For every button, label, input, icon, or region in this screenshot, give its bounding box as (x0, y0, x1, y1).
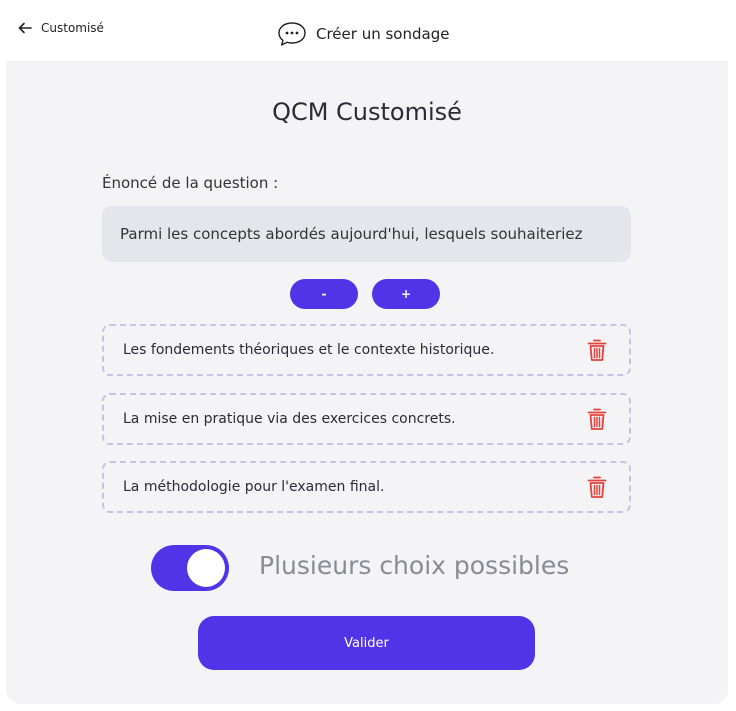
option-item[interactable]: La méthodologie pour l'examen final. (102, 461, 631, 513)
back-label: Customisé (41, 21, 104, 35)
trash-icon[interactable] (587, 338, 607, 366)
header-bar: Customisé Créer un sondage (6, 6, 728, 62)
question-label: Énoncé de la question : (102, 174, 279, 192)
question-input[interactable] (102, 206, 631, 262)
multiple-choice-toggle[interactable] (151, 545, 229, 591)
option-text: La méthodologie pour l'examen final. (123, 479, 385, 495)
chat-bubble-icon (278, 22, 306, 46)
multiple-choice-label: Plusieurs choix possibles (259, 551, 570, 580)
page-title: QCM Customisé (272, 98, 462, 126)
back-button[interactable]: Customisé (18, 21, 104, 35)
option-text: Les fondements théoriques et le contexte… (123, 342, 495, 358)
submit-button[interactable]: Valider (198, 616, 535, 670)
option-text: La mise en pratique via des exercices co… (123, 411, 456, 427)
remove-option-button[interactable]: - (290, 279, 358, 309)
trash-icon[interactable] (587, 475, 607, 503)
add-option-button[interactable]: + (372, 279, 440, 309)
poll-panel: Customisé Créer un sondage QCM Customisé… (6, 6, 728, 704)
arrow-left-icon (18, 22, 32, 34)
header-title-text: Créer un sondage (316, 25, 450, 43)
header-title: Créer un sondage (276, 20, 449, 48)
option-item[interactable]: Les fondements théoriques et le contexte… (102, 324, 631, 376)
trash-icon[interactable] (587, 407, 607, 435)
toggle-knob (187, 549, 225, 587)
option-item[interactable]: La mise en pratique via des exercices co… (102, 393, 631, 445)
